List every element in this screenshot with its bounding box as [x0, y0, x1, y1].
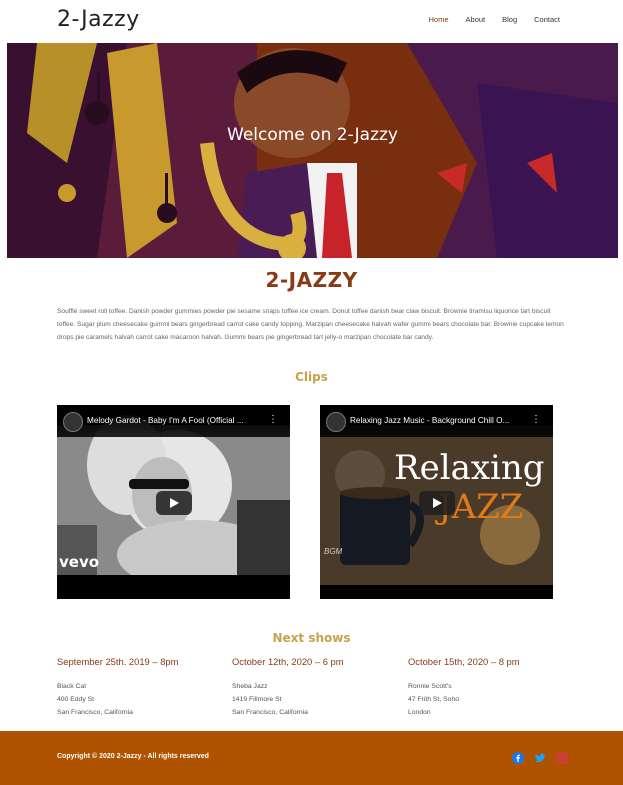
- show-venue: Black Cat: [57, 683, 87, 690]
- page-title: 2-JAZZY: [265, 268, 358, 292]
- video-player-melody-gardot[interactable]: Melody Gardot - Baby I'm A Fool (Officia…: [57, 405, 290, 599]
- channel-avatar[interactable]: [326, 412, 346, 432]
- video-player-relaxing-jazz[interactable]: Relaxing Jazz Music - Background Chill O…: [320, 405, 553, 599]
- show-date: October 15th, 2020 – 8 pm: [408, 656, 520, 667]
- show-city: San Francisco, California: [232, 709, 308, 716]
- site-header: 2-Jazzy Home About Blog Contact: [0, 0, 623, 42]
- main-nav: Home About Blog Contact: [412, 15, 561, 24]
- show-venue: Ronnie Scott's: [408, 683, 452, 690]
- video-title[interactable]: Relaxing Jazz Music - Background Chill O…: [350, 416, 520, 425]
- show-item: October 15th, 2020 – 8 pm Ronnie Scott's…: [408, 656, 578, 719]
- play-button[interactable]: [419, 491, 455, 515]
- hero-banner: Welcome on 2-Jazzy: [7, 43, 618, 258]
- show-venue: Sheba Jazz: [232, 683, 268, 690]
- play-button[interactable]: [156, 491, 192, 515]
- show-street: 400 Eddy St: [57, 696, 95, 703]
- show-street: 47 Frith St, Soho: [408, 696, 460, 703]
- more-options-icon[interactable]: ⋮: [531, 414, 541, 425]
- show-date: September 25th. 2019 – 8pm: [57, 656, 179, 667]
- nav-contact[interactable]: Contact: [534, 15, 560, 24]
- twitter-icon[interactable]: [534, 752, 546, 764]
- site-footer: Copyright © 2020 2-Jazzy - All rights re…: [0, 731, 623, 785]
- site-logo[interactable]: 2-Jazzy: [57, 7, 140, 32]
- show-city: San Francisco, California: [57, 709, 133, 716]
- saxophonist-illustration: [7, 43, 618, 258]
- copyright-text: Copyright © 2020 2-Jazzy - All rights re…: [57, 753, 209, 760]
- show-street: 1419 Fillmore St: [232, 696, 282, 703]
- channel-avatar[interactable]: [63, 412, 83, 432]
- intro-text: Soufflé sweet roll toffee. Danish powder…: [57, 308, 564, 341]
- thumb-text-relaxing: Relaxing: [394, 448, 545, 488]
- nav-about[interactable]: About: [466, 15, 486, 24]
- show-date: October 12th, 2020 – 6 pm: [232, 656, 344, 667]
- hero-title: Welcome on 2-Jazzy: [227, 125, 398, 145]
- vevo-watermark: vevo: [59, 553, 100, 571]
- nav-home[interactable]: Home: [429, 15, 449, 24]
- shows-heading: Next shows: [272, 631, 351, 645]
- show-city: London: [408, 709, 431, 716]
- video-title[interactable]: Melody Gardot - Baby I'm A Fool (Officia…: [87, 416, 257, 425]
- nav-blog[interactable]: Blog: [502, 15, 517, 24]
- bgm-badge: BGM: [324, 547, 343, 556]
- clips-heading: Clips: [295, 370, 328, 384]
- more-options-icon[interactable]: ⋮: [268, 414, 278, 425]
- show-item: October 12th, 2020 – 6 pm Sheba Jazz 141…: [232, 656, 402, 719]
- facebook-icon[interactable]: [512, 752, 524, 764]
- show-item: September 25th. 2019 – 8pm Black Cat 400…: [57, 656, 227, 719]
- instagram-icon[interactable]: [556, 752, 568, 764]
